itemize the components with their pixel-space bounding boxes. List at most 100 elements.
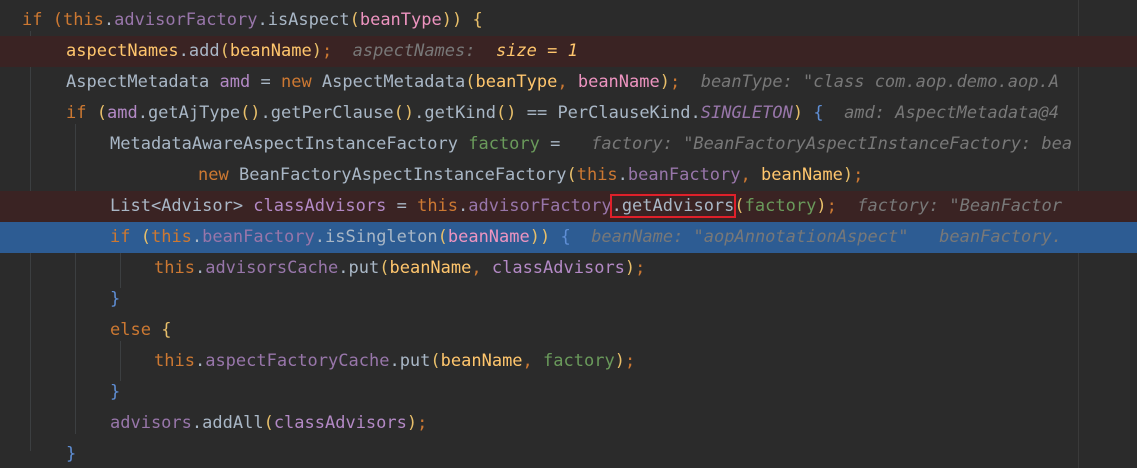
debug-inline-value: factory: "BeanFactoryAspectInstanceFacto… [580,134,1073,154]
code-token: factory [468,134,540,154]
code-token: { [813,103,824,123]
code-token: this [62,10,104,30]
code-token: ( [566,165,577,185]
code-token: = [250,72,281,92]
code-token: ( [465,72,476,92]
debug-inline-value: amd: AspectMetadata@4 [823,103,1059,123]
code-line[interactable]: new BeanFactoryAspectInstanceFactory(thi… [0,160,1137,191]
code-token: . [257,10,268,30]
code-token: , [471,258,492,278]
code-token: () [393,103,415,123]
code-line[interactable]: if (this.advisorFactory.isAspect(beanTyp… [0,5,1137,36]
code-token: . [137,103,148,123]
code-token: ; [635,258,646,278]
code-token: } [110,289,121,309]
code-token: aspectNames [66,41,179,61]
highlighted-method-call: .getAdvisors [609,194,737,218]
current-execution-line[interactable]: if (this.beanFactory.isSingleton(beanNam… [0,222,1137,253]
code-token: ) [406,413,418,433]
code-token: ( [140,227,151,247]
code-token: . [178,41,189,61]
code-token: ( [437,227,448,247]
code-token: new [280,72,322,92]
code-token: add [188,41,220,61]
code-line[interactable]: } [0,439,1137,468]
code-token: SINGLETON [700,103,793,123]
code-token: ) [311,41,322,61]
code-token: ( [96,103,107,123]
code-token: else [110,320,162,340]
code-token: . [414,103,425,123]
code-token: . [191,413,203,433]
code-token: advisorFactory [468,196,612,216]
code-token: . [194,258,206,278]
code-token: ) [816,196,827,216]
code-token: getPerClause [270,103,394,123]
code-token: List<Advisor> [110,196,254,216]
code-token: . [194,351,206,371]
code-token: advisorsCache [205,258,339,278]
code-line[interactable]: this.advisorsCache.put(beanName, classAd… [0,253,1137,284]
code-token: beanName [761,165,843,185]
code-token: getAjType [147,103,241,123]
code-token: if [110,227,141,247]
code-token: ; [624,351,636,371]
code-line[interactable]: advisors.addAll(classAdvisors); [0,408,1137,439]
code-token: ; [853,165,864,185]
code-line[interactable]: } [0,284,1137,315]
code-token: { [161,320,172,340]
code-token: ( [263,413,274,433]
code-token: ( [349,10,360,30]
code-token: beanFactory [627,165,741,185]
code-token: BeanFactoryAspectInstanceFactory [238,165,567,185]
debug-inline-value: beanType: "class com.aop.demo.aop.A [680,72,1059,92]
code-token: ; [669,72,681,92]
code-token: beanName [229,41,312,61]
code-token: MetadataAwareAspectInstanceFactory [110,134,469,154]
debug-inline-value: beanName: "aopAnnotationAspect" beanFact… [570,227,1062,247]
code-line[interactable]: } [0,377,1137,408]
breakpoint-line[interactable]: aspectNames.add(beanName); aspectNames: … [0,36,1137,67]
code-token: ( [379,258,390,278]
code-token: { [560,227,571,247]
code-line[interactable]: if (amd.getAjType().getPerClause().getKi… [0,98,1137,129]
code-token: if ( [22,10,63,30]
code-token: classAdvisors [273,413,407,433]
code-token: ; [826,196,837,216]
code-token: getKind [424,103,497,123]
code-token: = [386,196,418,216]
code-token: beanName [577,72,660,92]
code-token: . [338,258,349,278]
code-token: beanName [440,351,523,371]
code-token: this [154,351,195,371]
code-token: amd [106,103,138,123]
code-editor[interactable]: if (this.advisorFactory.isAspect(beanTyp… [0,0,1137,468]
code-token: } [66,444,77,464]
code-token: AspectMetadata [66,72,220,92]
code-token: beanType [359,10,442,30]
code-token: put [348,258,380,278]
code-line[interactable]: else { [0,315,1137,346]
code-token: beanFactory [202,227,315,247]
code-token: this [154,258,195,278]
code-token: ; [417,413,428,433]
code-token: classAdvisors [491,258,625,278]
code-token: put [399,351,431,371]
code-token: ) [659,72,670,92]
code-token: classAdvisors [253,196,387,216]
code-token: factory [543,351,615,371]
code-token: , [522,351,544,371]
code-line[interactable]: MetadataAwareAspectInstanceFactory facto… [0,129,1137,160]
code-token: ) [842,165,854,185]
code-line[interactable]: this.aspectFactoryCache.put(beanName, fa… [0,346,1137,377]
code-token: this [576,165,618,185]
code-token: beanType [475,72,558,92]
code-token: factory [744,196,817,216]
code-token: = [539,134,581,154]
code-token: advisors [110,413,192,433]
code-token: . [389,351,400,371]
code-token: == PerClauseKind. [516,103,701,123]
code-token: ( [219,41,230,61]
breakpoint-line[interactable]: List<Advisor> classAdvisors = this.advis… [0,191,1137,222]
code-line[interactable]: AspectMetadata amd = new AspectMetadata(… [0,67,1137,98]
